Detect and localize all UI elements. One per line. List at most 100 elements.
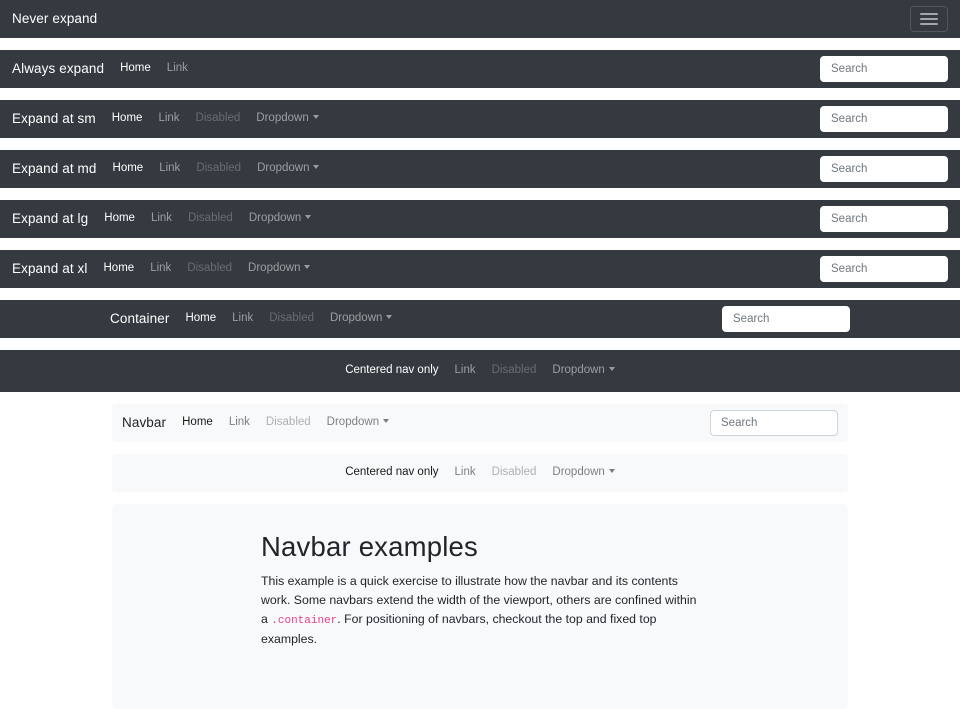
nav-item-label: Dropdown xyxy=(552,364,604,376)
caret-down-icon xyxy=(609,367,615,371)
nav-item-dropdown-light[interactable]: Dropdown xyxy=(319,417,397,429)
caret-down-icon xyxy=(305,215,311,219)
brand-always-expand[interactable]: Always expand xyxy=(12,62,104,76)
nav-item-dropdown-container[interactable]: Dropdown xyxy=(322,313,400,325)
nav-item-link-centered-light[interactable]: Link xyxy=(447,467,484,479)
nav-item-label: Disabled xyxy=(492,364,537,376)
navbar-light: Navbar Home Link Disabled Dropdown xyxy=(112,404,848,442)
nav-item-link-always-expand[interactable]: Link xyxy=(159,63,196,75)
nav-item-link-expand-at-lg[interactable]: Link xyxy=(143,213,180,225)
nav-item-label: Centered nav only xyxy=(345,364,438,376)
nav-item-dropdown-expand-at-lg[interactable]: Dropdown xyxy=(241,213,319,225)
navbar-centered-dark: Centered nav only Link Disabled Dropdown xyxy=(0,350,960,392)
brand-never-expand[interactable]: Never expand xyxy=(12,12,97,26)
nav-item-label: Link xyxy=(159,162,180,174)
nav-items-expand-at-lg: Home Link Disabled Dropdown xyxy=(96,213,319,225)
nav-item-home-light[interactable]: Home xyxy=(174,417,221,429)
nav-item-label: Dropdown xyxy=(552,466,604,478)
nav-item-label: Link xyxy=(151,212,172,224)
nav-item-home-expand-at-xl[interactable]: Home xyxy=(96,263,143,275)
nav-item-label: Disabled xyxy=(188,212,233,224)
nav-item-home-always-expand[interactable]: Home xyxy=(112,63,159,75)
navbar-always-expand-inner: Always expand HomeLink xyxy=(12,50,948,88)
brand-expand-at-xl[interactable]: Expand at xl xyxy=(12,262,88,276)
nav-items-light: Home Link Disabled Dropdown xyxy=(174,417,397,429)
nav-item-link-expand-at-xl[interactable]: Link xyxy=(142,263,179,275)
brand-light[interactable]: Navbar xyxy=(122,416,166,430)
nav-item-disabled-expand-at-lg: Disabled xyxy=(180,213,241,225)
nav-item-dropdown-expand-at-xl[interactable]: Dropdown xyxy=(240,263,318,275)
nav-item-label: Link xyxy=(455,466,476,478)
nav-item-label: Centered nav only xyxy=(345,466,438,478)
nav-item-label: Disabled xyxy=(196,112,241,124)
page-title: Navbar examples xyxy=(261,530,699,563)
nav-item-centered-nav-only-centered-light[interactable]: Centered nav only xyxy=(337,467,446,479)
brand-expand-at-lg[interactable]: Expand at lg xyxy=(12,212,88,226)
navbar-expand-at-lg: Expand at lg Home Link Disabled Dropdown xyxy=(0,200,960,238)
nav-item-label: Link xyxy=(150,262,171,274)
navbar-expand-at-sm: Expand at sm HomeLink Disabled Dropdown xyxy=(0,100,960,138)
nav-item-link-light[interactable]: Link xyxy=(221,417,258,429)
nav-item-label: Home xyxy=(113,162,144,174)
nav-item-home-expand-at-lg[interactable]: Home xyxy=(96,213,143,225)
navbar-examples-list: Never expandAlways expandHomeLinkExpand … xyxy=(0,0,960,492)
nav-item-label: Disabled xyxy=(196,162,241,174)
navbar-expand-at-xl-inner: Expand at xl Home Link Disabled Dropdown xyxy=(12,250,948,288)
navbar-never-expand-inner: Never expand xyxy=(12,0,948,38)
nav-item-label: Home xyxy=(182,416,213,428)
search-input-expand-at-lg[interactable] xyxy=(820,206,948,232)
search-input-container[interactable] xyxy=(722,306,850,332)
nav-item-label: Home xyxy=(104,262,135,274)
search-input-expand-at-sm[interactable] xyxy=(820,106,948,132)
nav-item-disabled-expand-at-md: Disabled xyxy=(188,163,249,175)
caret-down-icon xyxy=(386,315,392,319)
nav-item-disabled-light: Disabled xyxy=(258,417,319,429)
nav-item-label: Home xyxy=(104,212,135,224)
nav-item-label: Dropdown xyxy=(330,312,382,324)
search-input-expand-at-md[interactable] xyxy=(820,156,948,182)
nav-item-link-container[interactable]: Link xyxy=(224,313,261,325)
nav-item-home-container[interactable]: Home xyxy=(177,313,224,325)
brand-expand-at-sm[interactable]: Expand at sm xyxy=(12,112,96,126)
navbar-never-expand: Never expand xyxy=(0,0,960,38)
nav-item-home-expand-at-sm[interactable]: Home xyxy=(104,113,151,125)
nav-item-link-expand-at-md[interactable]: Link xyxy=(151,163,188,175)
navbar-centered-dark-inner: Centered nav only Link Disabled Dropdown xyxy=(12,350,948,392)
hamburger-bar xyxy=(920,13,938,15)
nav-items-centered-dark: Centered nav only Link Disabled Dropdown xyxy=(12,365,948,377)
nav-item-link-centered-dark[interactable]: Link xyxy=(447,365,484,377)
nav-item-label: Link xyxy=(232,312,253,324)
nav-item-label: Dropdown xyxy=(257,162,309,174)
nav-item-dropdown-expand-at-md[interactable]: Dropdown xyxy=(249,163,327,175)
nav-item-dropdown-expand-at-sm[interactable]: Dropdown xyxy=(248,113,326,125)
container-code-token: .container xyxy=(271,615,337,627)
brand-container[interactable]: Container xyxy=(110,312,169,326)
search-input-light[interactable] xyxy=(710,410,838,436)
caret-down-icon xyxy=(304,265,310,269)
nav-item-label: Dropdown xyxy=(327,416,379,428)
nav-item-label: Link xyxy=(229,416,250,428)
nav-item-home-expand-at-md[interactable]: Home xyxy=(105,163,152,175)
navbar-expand-at-md: Expand at md Home Link Disabled Dropdown xyxy=(0,150,960,188)
nav-item-dropdown-centered-light[interactable]: Dropdown xyxy=(544,467,622,479)
search-input-always-expand[interactable] xyxy=(820,56,948,82)
navbar-centered-light-inner: Centered nav onlyLinkDisabledDropdown xyxy=(122,454,838,492)
navbar-centered-light: Centered nav onlyLinkDisabledDropdown xyxy=(112,454,848,492)
caret-down-icon xyxy=(313,165,319,169)
search-input-expand-at-xl[interactable] xyxy=(820,256,948,282)
navbar-container-inner: ContainerHomeLinkDisabledDropdown xyxy=(110,300,850,338)
nav-item-disabled-expand-at-xl: Disabled xyxy=(179,263,240,275)
hamburger-bar xyxy=(920,18,938,20)
navbar-expand-at-sm-inner: Expand at sm HomeLink Disabled Dropdown xyxy=(12,100,948,138)
brand-expand-at-md[interactable]: Expand at md xyxy=(12,162,97,176)
nav-item-centered-nav-only-centered-dark[interactable]: Centered nav only xyxy=(337,365,446,377)
navbar-expand-at-xl: Expand at xl Home Link Disabled Dropdown xyxy=(0,250,960,288)
navbar-toggler-button[interactable] xyxy=(910,6,948,32)
nav-item-dropdown-centered-dark[interactable]: Dropdown xyxy=(544,365,622,377)
nav-items-expand-at-sm: HomeLink Disabled Dropdown xyxy=(104,113,327,125)
nav-item-label: Dropdown xyxy=(256,112,308,124)
nav-item-link-expand-at-sm[interactable]: Link xyxy=(150,113,187,125)
nav-item-label: Dropdown xyxy=(248,262,300,274)
nav-item-label: Link xyxy=(455,364,476,376)
caret-down-icon xyxy=(609,469,615,473)
